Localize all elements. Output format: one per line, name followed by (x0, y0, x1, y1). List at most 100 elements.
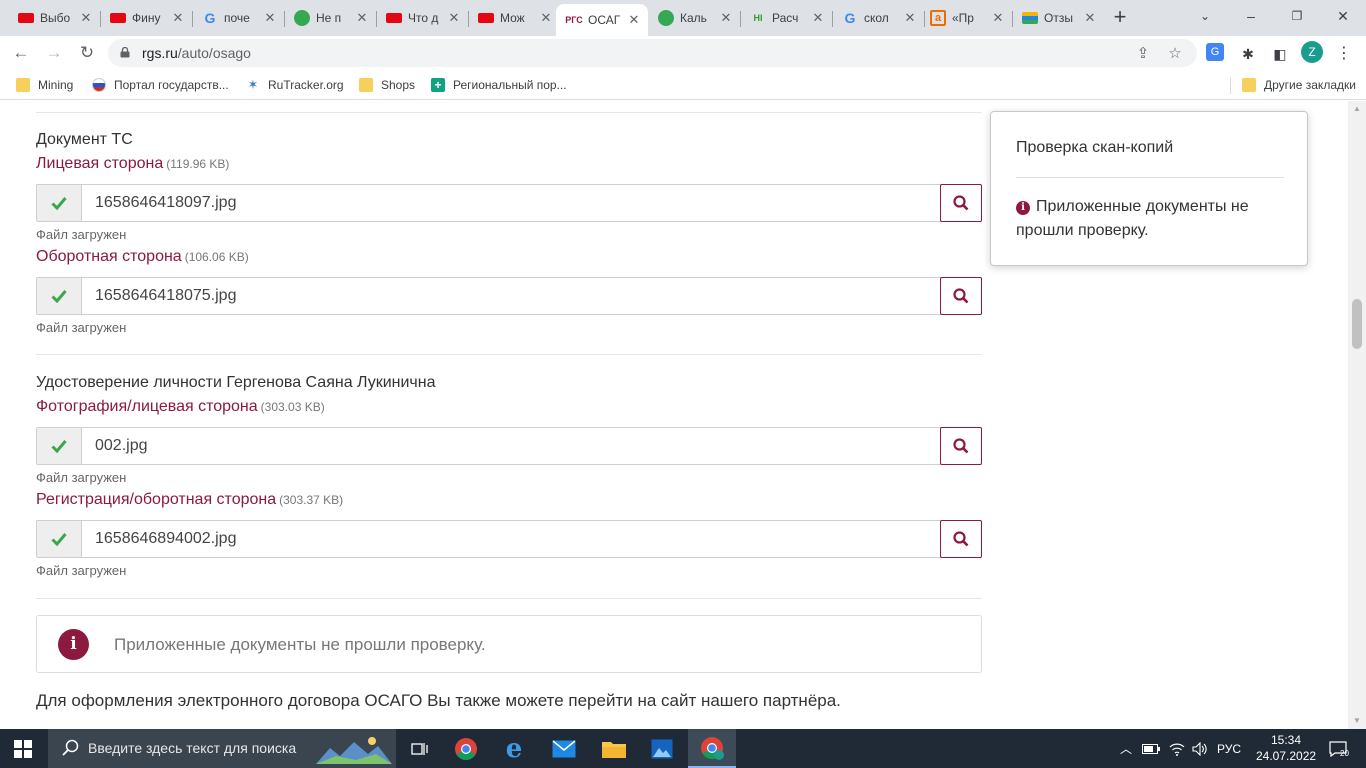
new-tab-button[interactable]: + (1108, 6, 1132, 30)
reload-icon[interactable]: ↻ (74, 40, 100, 66)
side-panel-icon[interactable]: ◧ (1270, 44, 1290, 64)
tab-title: Каль (680, 11, 707, 25)
minimize-button[interactable]: – (1228, 0, 1274, 32)
file-name: 002.jpg (95, 437, 148, 454)
chrome-profile-app-icon[interactable] (688, 729, 736, 768)
close-icon[interactable]: ✕ (78, 10, 94, 26)
bookmark-gosuslugi[interactable]: Портал государств... (92, 76, 229, 94)
vehicle-back-file-field[interactable]: 1658646418075.jpg (36, 277, 982, 315)
bookmark-mining[interactable]: Mining (16, 76, 73, 94)
browser-tab[interactable]: Что д ✕ (376, 4, 468, 32)
browser-tab[interactable]: Фину ✕ (100, 4, 192, 32)
restore-button[interactable]: ❐ (1274, 0, 1320, 32)
browser-tab[interactable]: a «Пр ✕ (920, 4, 1012, 32)
bookmark-rutracker[interactable]: ✶ RuTracker.org (246, 76, 344, 94)
show-hidden-icons-chevron-icon[interactable]: ︿ (1116, 729, 1136, 768)
browser-tab[interactable]: Не п ✕ (284, 4, 376, 32)
tab-title: Что д (408, 11, 439, 25)
close-icon[interactable]: ✕ (718, 10, 734, 26)
browser-tab[interactable]: G скол ✕ (832, 4, 924, 32)
file-name: 1658646418075.jpg (95, 287, 237, 304)
windows-start-icon[interactable] (14, 740, 32, 758)
close-icon[interactable]: ✕ (902, 10, 918, 26)
vehicle-front-file-field[interactable]: 1658646418097.jpg (36, 184, 982, 222)
file-name: 1658646418097.jpg (95, 194, 237, 211)
upload-status: Файл загружен (36, 563, 127, 578)
browser-tab[interactable]: Мож ✕ (468, 4, 560, 32)
divider (36, 112, 982, 113)
profile-avatar[interactable]: Z (1301, 41, 1323, 63)
preview-search-button[interactable] (940, 427, 982, 465)
close-icon[interactable]: ✕ (626, 12, 642, 28)
preview-search-button[interactable] (940, 184, 982, 222)
divider (36, 354, 982, 355)
volume-icon[interactable] (1189, 729, 1211, 768)
notifications-icon[interactable]: 20 (1320, 729, 1356, 768)
mail-app-icon[interactable] (540, 729, 588, 768)
close-icon[interactable]: ✕ (446, 10, 462, 26)
preview-search-button[interactable] (940, 520, 982, 558)
search-placeholder: Введите здесь текст для поиска (88, 740, 297, 756)
chrome-app-icon[interactable] (442, 729, 490, 768)
tab-title: ОСАГ (588, 13, 621, 27)
translate-icon[interactable]: G (1206, 43, 1224, 61)
browser-tab[interactable]: HI Расч ✕ (740, 4, 832, 32)
taskbar-clock[interactable]: 15:34 24.07.2022 (1256, 732, 1316, 764)
language-indicator[interactable]: РУС (1213, 729, 1245, 768)
bookmark-regional-portal[interactable]: + Региональный пор... (431, 76, 567, 94)
browser-tab-active[interactable]: РГС ОСАГ ✕ (556, 4, 648, 36)
close-icon[interactable]: ✕ (990, 10, 1006, 26)
browser-tab[interactable]: Выбо ✕ (8, 4, 100, 32)
photos-app-icon[interactable] (638, 729, 686, 768)
file-size: (106.06 KB) (184, 250, 249, 264)
close-icon[interactable]: ✕ (1082, 10, 1098, 26)
close-icon[interactable]: ✕ (810, 10, 826, 26)
lock-icon[interactable] (120, 47, 130, 58)
bookmark-label: Портал государств... (114, 78, 229, 92)
address-bar[interactable]: rgs.ru/auto/osago ⇪ ☆ (108, 39, 1197, 67)
scroll-down-arrow-icon[interactable]: ▼ (1348, 713, 1366, 729)
globe-icon (658, 10, 674, 26)
check-icon (37, 185, 82, 221)
close-icon[interactable]: ✕ (354, 10, 370, 26)
edge-app-icon[interactable]: e (490, 729, 538, 768)
stack-icon (1022, 12, 1038, 24)
wifi-icon[interactable] (1166, 729, 1188, 768)
task-view-icon[interactable] (396, 729, 444, 768)
popover-title: Проверка скан-копий (1016, 139, 1174, 156)
forward-arrow-icon[interactable]: → (41, 40, 67, 66)
bookmark-shops[interactable]: Shops (359, 76, 415, 94)
battery-icon[interactable] (1140, 729, 1162, 768)
extensions-puzzle-icon[interactable]: ✱ (1238, 44, 1258, 64)
close-icon[interactable]: ✕ (262, 10, 278, 26)
menu-kebab-icon[interactable]: ⋮ (1334, 44, 1354, 64)
hi-icon: HI (753, 13, 763, 23)
scroll-up-arrow-icon[interactable]: ▲ (1348, 101, 1366, 117)
bookmarks-bar: Mining Портал государств... ✶ RuTracker.… (0, 70, 1366, 100)
close-icon[interactable]: ✕ (538, 10, 554, 26)
close-icon[interactable]: ✕ (170, 10, 186, 26)
upload-status: Файл загружен (36, 227, 127, 242)
tab-search-icon[interactable]: ⌄ (1182, 0, 1228, 32)
page-scrollbar[interactable]: ▲ ▼ (1348, 101, 1366, 729)
preview-search-button[interactable] (940, 277, 982, 315)
close-window-button[interactable]: ✕ (1320, 0, 1366, 32)
id-front-file-field[interactable]: 002.jpg (36, 427, 982, 465)
search-icon (62, 739, 79, 756)
browser-tab[interactable]: Отзы ✕ (1012, 4, 1104, 32)
folder-icon (359, 78, 373, 92)
browser-tab[interactable]: Каль ✕ (648, 4, 740, 32)
bookmark-label: Mining (38, 78, 74, 92)
scrollbar-thumb[interactable] (1352, 299, 1362, 349)
back-arrow-icon[interactable]: ← (8, 40, 34, 66)
taskbar-search-input[interactable]: Введите здесь текст для поиска (48, 729, 396, 768)
upload-status: Файл загружен (36, 320, 127, 335)
search-highlight-icon (316, 737, 392, 764)
bookmark-other[interactable]: Другие закладки (1242, 76, 1356, 94)
file-explorer-icon[interactable] (590, 729, 638, 768)
check-icon (37, 428, 82, 464)
browser-tab[interactable]: G поче ✕ (192, 4, 284, 32)
id-back-file-field[interactable]: 1658646894002.jpg (36, 520, 982, 558)
star-icon[interactable]: ☆ (1166, 45, 1184, 63)
share-icon[interactable]: ⇪ (1134, 45, 1152, 63)
